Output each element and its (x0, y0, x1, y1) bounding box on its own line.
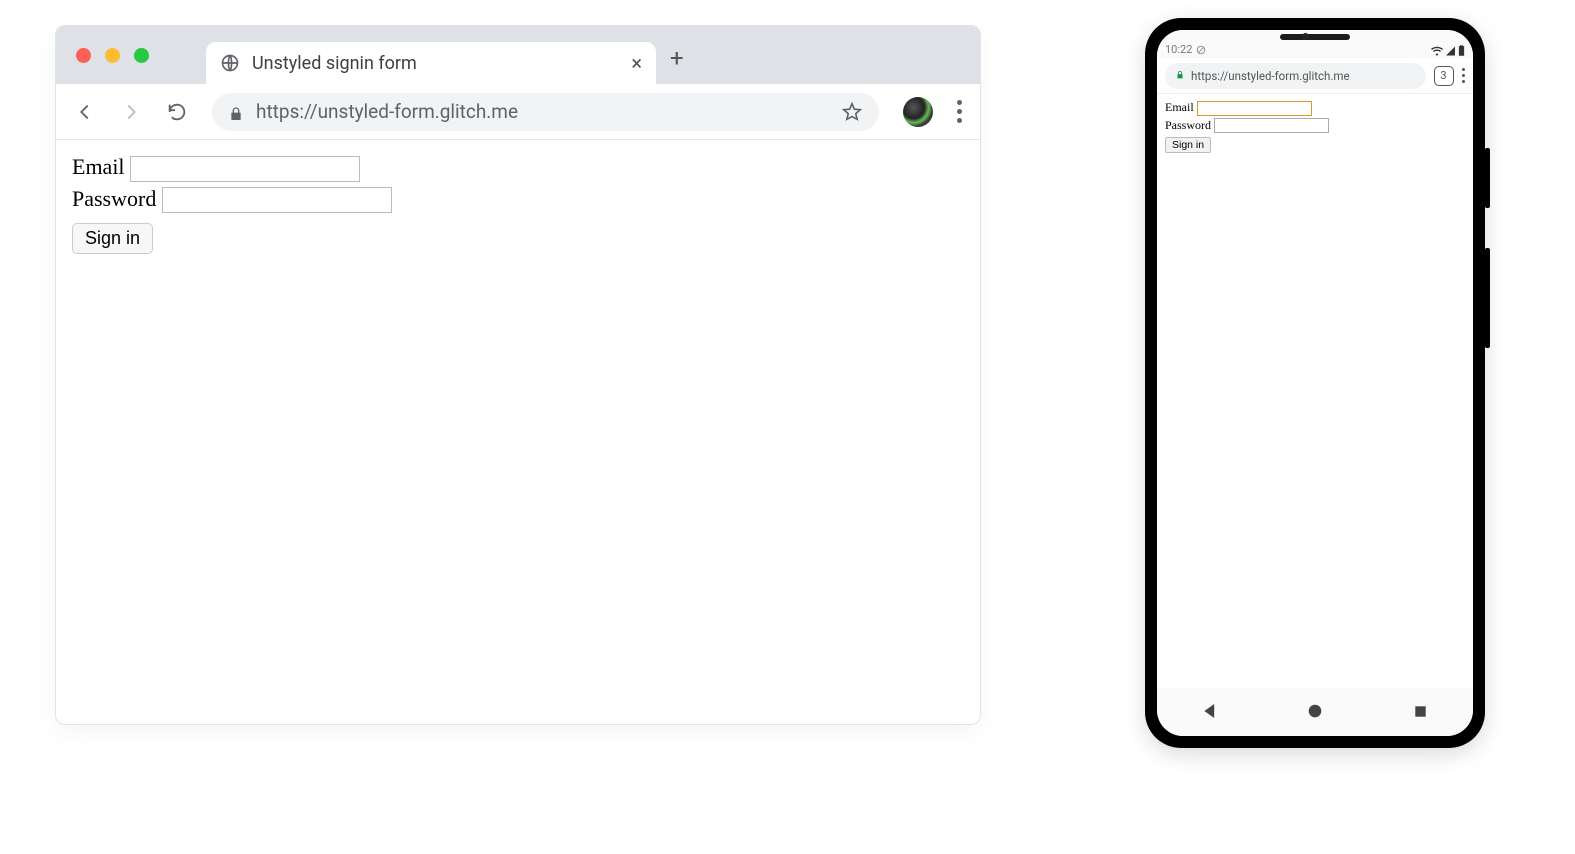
password-label: Password (1165, 118, 1211, 132)
password-input[interactable] (162, 187, 392, 213)
profile-avatar[interactable] (903, 97, 933, 127)
android-nav-bar (1157, 688, 1473, 736)
reload-button[interactable] (166, 101, 188, 123)
address-bar[interactable]: https://unstyled-form.glitch.me (212, 93, 879, 131)
bookmark-star-icon[interactable] (841, 101, 863, 123)
email-label: Email (72, 154, 125, 179)
page-content: Email Password Sign in (56, 140, 980, 268)
forward-button[interactable] (120, 101, 142, 123)
home-nav-icon[interactable] (1308, 703, 1322, 722)
minimize-window-button[interactable] (105, 48, 120, 63)
globe-icon (220, 53, 240, 73)
browser-toolbar: https://unstyled-form.glitch.me (56, 84, 980, 140)
tab-bar: Unstyled signin form × + (56, 26, 980, 84)
maximize-window-button[interactable] (134, 48, 149, 63)
lock-icon (228, 104, 244, 120)
back-nav-icon[interactable] (1203, 703, 1217, 722)
back-button[interactable] (74, 101, 96, 123)
browser-tab[interactable]: Unstyled signin form × (206, 42, 656, 84)
new-tab-button[interactable]: + (670, 44, 684, 72)
email-input[interactable] (1197, 101, 1312, 116)
signal-icon (1446, 46, 1455, 56)
phone-screen: 10:22 https://unstyled-form.glitch.me 3 (1157, 30, 1473, 736)
phone-speaker (1280, 34, 1350, 40)
mobile-page-content: Email Password Sign in (1157, 94, 1473, 688)
menu-button[interactable] (957, 100, 962, 123)
phone-mockup: 10:22 https://unstyled-form.glitch.me 3 (1145, 18, 1485, 748)
close-window-button[interactable] (76, 48, 91, 63)
battery-icon (1458, 45, 1465, 56)
status-time: 10:22 (1165, 43, 1192, 56)
url-text: https://unstyled-form.glitch.me (256, 100, 829, 123)
password-row: Password (1165, 118, 1465, 134)
email-input[interactable] (130, 156, 360, 182)
mobile-address-bar[interactable]: https://unstyled-form.glitch.me (1165, 63, 1426, 89)
recents-nav-icon[interactable] (1414, 703, 1427, 722)
password-label: Password (72, 186, 156, 211)
password-input[interactable] (1214, 118, 1329, 133)
do-not-disturb-icon (1196, 45, 1206, 55)
phone-side-button (1485, 148, 1490, 208)
wifi-icon (1431, 46, 1443, 56)
window-traffic-lights (76, 48, 149, 63)
desktop-browser-window: Unstyled signin form × + https://unstyle… (55, 25, 981, 725)
close-tab-icon[interactable]: × (631, 51, 642, 75)
lock-icon (1175, 69, 1185, 83)
signin-button[interactable]: Sign in (72, 223, 153, 254)
email-row: Email (1165, 100, 1465, 116)
email-row: Email (72, 154, 964, 182)
email-label: Email (1165, 100, 1194, 114)
mobile-browser-toolbar: https://unstyled-form.glitch.me 3 (1157, 58, 1473, 94)
mobile-url-text: https://unstyled-form.glitch.me (1191, 69, 1350, 83)
phone-side-button (1485, 248, 1490, 348)
signin-button[interactable]: Sign in (1165, 137, 1211, 153)
tab-count: 3 (1440, 69, 1446, 82)
tab-title: Unstyled signin form (252, 53, 619, 74)
mobile-menu-button[interactable] (1462, 68, 1466, 84)
password-row: Password (72, 186, 964, 214)
tab-switcher-button[interactable]: 3 (1434, 66, 1454, 86)
